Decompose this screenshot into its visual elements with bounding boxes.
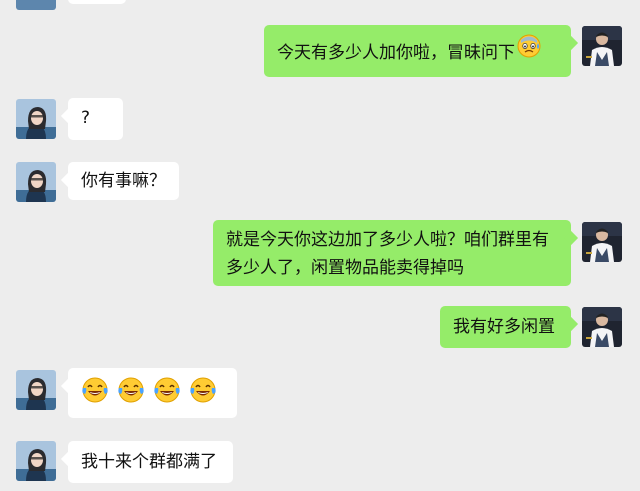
message-bubble[interactable]: 就是今天你这边加了多少人啦？咱们群里有 多少人了，闲置物品能卖得掉吗: [213, 220, 571, 286]
message-bubble[interactable]: 我有好多闲置: [440, 306, 571, 348]
message-text: 我十来个群都满了: [81, 452, 217, 472]
message-bubble[interactable]: 我十来个群都满了: [68, 441, 233, 483]
message-bubble[interactable]: 今天有多少人加你啦，冒昧问下: [264, 25, 571, 77]
message-text: ?: [81, 108, 91, 128]
sweat-anxious-face-icon: [517, 34, 541, 67]
my-avatar[interactable]: [582, 26, 622, 66]
message-text-line: 多少人了，闲置物品能卖得掉吗: [226, 258, 464, 278]
my-avatar[interactable]: [582, 222, 622, 262]
tears-of-joy-icon: [154, 377, 180, 403]
tears-of-joy-icon: [190, 377, 216, 403]
message-bubble-partial: [68, 0, 126, 4]
message-bubble[interactable]: [68, 368, 237, 418]
message-bubble[interactable]: ?: [68, 98, 123, 140]
message-bubble[interactable]: 你有事嘛？: [68, 162, 179, 200]
my-avatar[interactable]: [582, 307, 622, 347]
message-text: 你有事嘛？: [81, 171, 166, 191]
contact-avatar[interactable]: [16, 441, 56, 481]
contact-avatar[interactable]: [16, 370, 56, 410]
emoji-row: [82, 377, 216, 403]
message-text-line: 就是今天你这边加了多少人啦？咱们群里有: [226, 230, 549, 250]
contact-avatar-partial[interactable]: [16, 0, 56, 10]
message-text: 今天有多少人加你啦，冒昧问下: [277, 42, 515, 63]
tears-of-joy-icon: [82, 377, 108, 403]
contact-avatar[interactable]: [16, 162, 56, 202]
message-text: 我有好多闲置: [453, 317, 555, 337]
tears-of-joy-icon: [118, 377, 144, 403]
contact-avatar[interactable]: [16, 99, 56, 139]
